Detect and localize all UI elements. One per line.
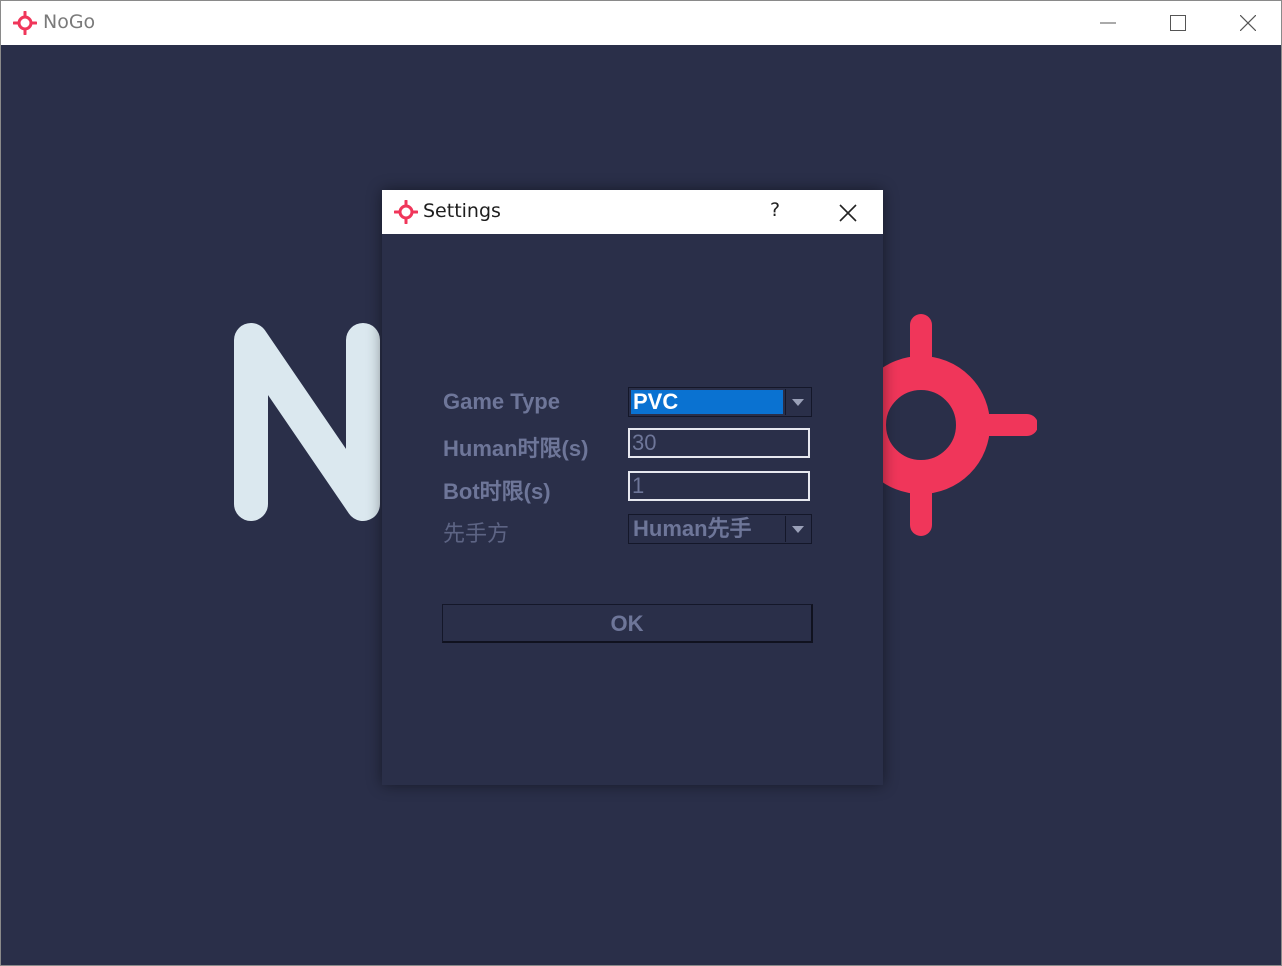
ok-button[interactable]: OK [442,604,813,643]
human-limit-label: Human时限(s) [443,436,589,461]
chevron-down-icon[interactable] [785,389,810,415]
app-logo-icon [13,11,37,35]
maximize-button[interactable] [1143,1,1213,45]
window-close-button[interactable] [1213,1,1282,45]
dialog-title-bar[interactable]: Settings ? [382,190,883,234]
minimize-button[interactable] [1073,1,1143,45]
help-button[interactable]: ? [770,199,780,221]
title-bar[interactable]: NoGo [1,1,1281,45]
human-limit-input[interactable]: 30 [628,428,810,458]
settings-dialog: Settings ? Game Type PVC Human时限(s) 30 B… [382,190,883,785]
game-type-select[interactable]: PVC [628,387,812,417]
bot-limit-label: Bot时限(s) [443,479,551,504]
maximize-icon [1170,15,1186,31]
game-type-value: PVC [631,390,783,414]
minimize-icon [1100,22,1116,24]
nogo-logo-letter: N [234,323,380,521]
app-logo-icon [394,200,418,224]
dialog-close-button[interactable] [837,202,859,224]
first-player-select[interactable]: Human先手 [628,514,812,544]
crosshair-logo-icon [871,314,1037,536]
first-player-label: 先手方 [443,521,510,546]
dialog-title: Settings [423,200,501,222]
bot-limit-input[interactable]: 1 [628,471,810,501]
chevron-down-icon[interactable] [785,516,810,542]
window-title: NoGo [43,11,96,33]
game-type-label: Game Type [443,389,560,414]
first-player-value: Human先手 [633,516,752,541]
close-icon [1240,15,1256,31]
